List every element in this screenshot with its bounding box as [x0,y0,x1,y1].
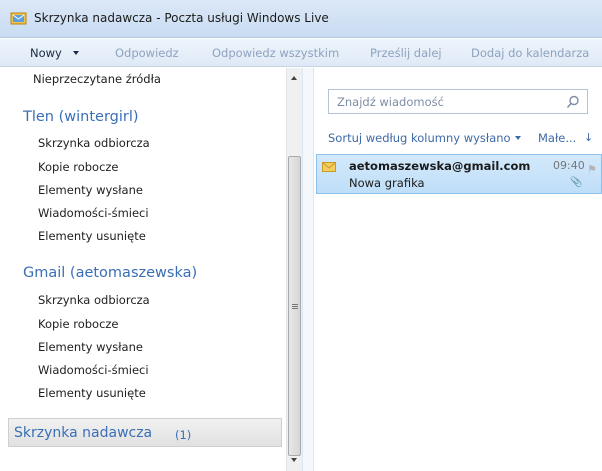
grip-line [292,306,298,307]
folder-outbox[interactable]: Skrzynka nadawcza (1) [8,418,282,447]
attachment-icon: 📎 [570,177,583,188]
search-icon[interactable] [566,95,580,109]
account-header-tlen[interactable]: Tlen (wintergirl) [23,109,139,125]
reply-button[interactable]: Odpowiedz [115,46,179,60]
folder-sent-tlen[interactable]: Elementy wysłane [38,183,143,197]
grip-line [292,304,298,305]
folder-deleted-tlen[interactable]: Elementy usunięte [38,229,146,243]
folder-unread-feeds[interactable]: Nieprzeczytane źródła [33,72,161,86]
outbox-label: Skrzynka nadawcza [14,425,153,441]
message-list-pane: Znajdź wiadomość Sortuj według kolumny w… [314,68,602,471]
reply-all-button[interactable]: Odpowiedz wszystkim [212,46,339,60]
folder-pane: Nieprzeczytane źródła Tlen (wintergirl) … [0,68,302,471]
toolbar: Nowy Odpowiedz Odpowiedz wszystkim Prześ… [0,39,602,67]
folder-drafts-gmail[interactable]: Kopie robocze [38,317,119,331]
folder-sent-gmail[interactable]: Elementy wysłane [38,340,143,354]
account-header-gmail[interactable]: Gmail (aetomaszewska) [23,265,197,281]
grip-line [292,308,298,309]
message-time: 09:40 [553,159,585,172]
folder-inbox-tlen[interactable]: Skrzynka odbiorcza [38,136,150,150]
scrollbar-thumb[interactable] [288,156,301,456]
folder-deleted-gmail[interactable]: Elementy usunięte [38,386,146,400]
windows-live-mail-icon [10,12,27,25]
title-bar: Skrzynka nadawcza - Poczta usługi Window… [0,0,602,38]
message-row[interactable]: aetomaszewska@gmail.com Nowa grafika 09:… [316,154,602,194]
outbox-count: (1) [175,428,192,442]
sort-size-toggle[interactable]: Małe... [538,131,576,145]
chevron-down-icon [514,136,521,140]
message-sender: aetomaszewska@gmail.com [349,159,531,173]
envelope-icon [322,162,336,172]
folder-drafts-tlen[interactable]: Kopie robocze [38,160,119,174]
message-subject: Nowa grafika [349,176,425,190]
add-to-calendar-button[interactable]: Dodaj do kalendarza [471,46,589,60]
scroll-up-arrow-icon[interactable] [291,76,297,80]
folder-junk-gmail[interactable]: Wiadomości-śmieci [38,363,149,377]
sort-descending-icon[interactable]: ↓ [584,131,593,144]
folder-junk-tlen[interactable]: Wiadomości-śmieci [38,206,149,220]
flag-icon[interactable]: ⚑ [587,163,597,176]
folder-scrollbar[interactable] [286,68,302,471]
new-button[interactable]: Nowy [30,46,62,60]
scroll-down-arrow-icon[interactable] [291,458,297,462]
folder-inbox-gmail[interactable]: Skrzynka odbiorcza [38,293,150,307]
sort-dropdown[interactable]: Sortuj według kolumny wysłano [328,131,527,145]
window-title: Skrzynka nadawcza - Poczta usługi Window… [34,11,329,25]
sort-label: Sortuj według kolumny wysłano [328,131,511,145]
pane-splitter[interactable] [302,68,314,471]
search-input[interactable]: Znajdź wiadomość [337,95,444,109]
forward-button[interactable]: Prześlij dalej [370,46,442,60]
chevron-down-icon[interactable] [73,51,79,55]
search-box[interactable]: Znajdź wiadomość [328,89,588,114]
